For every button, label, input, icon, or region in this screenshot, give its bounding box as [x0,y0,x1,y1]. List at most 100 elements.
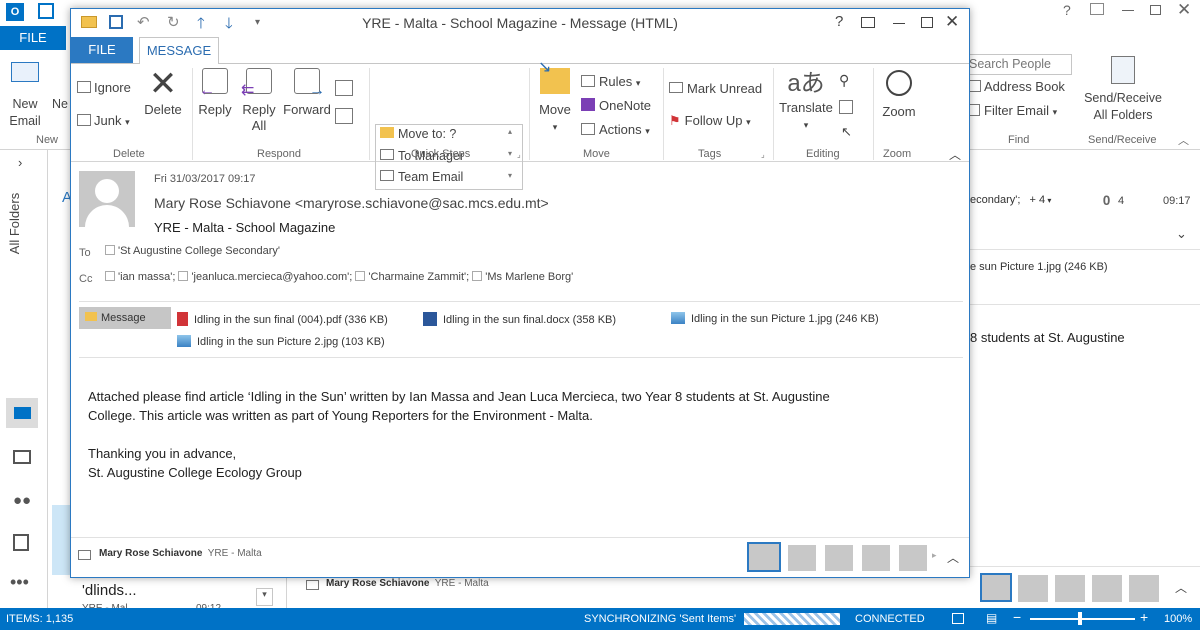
background-avatar[interactable] [1055,575,1085,602]
actions-button[interactable]: Actions ▾ [581,122,650,137]
send-receive-group-label: Send/Receive [1088,134,1157,146]
search-people-input[interactable]: Search People [966,54,1072,75]
tab-file[interactable]: FILE [71,37,133,63]
people-avatar[interactable] [861,544,891,572]
attachment-pdf[interactable]: Idling in the sun final (004).pdf (336 K… [177,312,388,326]
message-sender[interactable]: Mary Rose Schiavone <maryrose.schiavone@… [154,195,549,211]
send-receive-button[interactable]: Send/Receive All Folders [1078,56,1168,124]
background-file-tab[interactable]: FILE [0,26,66,50]
zoom-in-button[interactable]: + [1140,609,1148,625]
quick-steps-scroll-down[interactable]: ▾ [508,149,512,158]
select-icon[interactable]: ↖ [841,124,852,140]
zoom-slider[interactable] [1030,618,1135,620]
tasks-nav-icon[interactable] [13,534,29,551]
more-respond-icon[interactable] [335,108,353,124]
tab-message[interactable]: MESSAGE [139,37,219,64]
quick-steps-scroll-up[interactable]: ▴ [508,127,512,136]
quick-step-move-to[interactable]: Move to: ? [380,127,456,141]
quick-steps-more[interactable]: ▾ [508,171,512,180]
new-items-button[interactable]: Ne Item [52,96,70,113]
contact-checkbox-icon [105,271,115,281]
sender-avatar[interactable] [79,171,135,227]
cc-recipient[interactable]: 'Charmaine Zammit'; [355,271,469,283]
reply-all-button[interactable]: ⇇ Reply All [237,68,281,134]
expand-header-icon[interactable]: ⌄ [1176,226,1187,242]
people-avatar[interactable] [824,544,854,572]
list-scrollbar[interactable]: ▾ [256,588,273,606]
background-avatar[interactable] [1092,575,1122,602]
people-nav-icon[interactable]: ●● [13,492,31,509]
cc-recipient[interactable]: 'Ms Marlene Borg' [472,271,573,283]
mail-nav-icon[interactable] [6,398,38,428]
background-avatar[interactable] [1129,575,1159,602]
expand-folder-pane-icon[interactable]: › [18,155,22,170]
dialog-launcher-icon[interactable]: ⌟ [517,150,521,159]
restore-icon[interactable] [1150,5,1161,15]
save-icon[interactable] [38,3,54,19]
attachment-docx[interactable]: Idling in the sun final.docx (358 KB) [423,312,616,326]
people-avatar[interactable] [747,542,781,572]
to-recipient[interactable]: 'St Augustine College Secondary' [105,245,280,257]
minimize-icon[interactable] [1122,10,1134,11]
junk-button[interactable]: Junk ▾ [77,113,130,128]
filter-email-button[interactable]: Filter Email ▾ [968,103,1057,118]
restore-ribbon-icon[interactable] [1090,3,1104,15]
ribbon-display-options-icon[interactable] [861,17,875,28]
background-attachment[interactable]: e sun Picture 1.jpg (246 KB) [970,261,1108,273]
help-icon[interactable]: ? [1063,2,1071,18]
delete-button[interactable]: ✕ Delete [141,66,185,118]
background-avatar[interactable] [980,573,1012,602]
attachment-picture-2[interactable]: Idling in the sun Picture 2.jpg (103 KB) [177,335,385,348]
zoom-out-button[interactable]: − [1013,609,1021,625]
scroll-people-right-icon[interactable]: ▸ [932,550,937,561]
new-email-button[interactable]: New Email [4,62,46,130]
related-icon[interactable] [839,100,853,114]
minimize-icon[interactable] [893,23,905,24]
people-avatar[interactable] [898,544,928,572]
collapse-ribbon-icon[interactable]: ︿ [1178,132,1189,148]
folder-pane-collapsed: › All Folders ●● ••• [0,150,48,608]
address-book-button[interactable]: Address Book [968,79,1065,94]
forward-icon: → [294,68,325,99]
message-tab-button[interactable]: Message [79,307,171,329]
sync-progress-bar [744,613,840,625]
ignore-button[interactable]: Ignore [77,80,131,95]
sync-status: SYNCHRONIZING 'Sent Items' [584,613,737,625]
chevron-down-icon: ▾ [645,126,650,136]
quick-step-team-email[interactable]: Team Email [380,170,463,184]
zoom-button[interactable]: Zoom [877,68,921,120]
move-button[interactable]: ↘ Move ▾ [533,60,577,135]
cc-recipient[interactable]: 'jeanluca.mercieca@yahoo.com'; [178,271,352,283]
help-icon[interactable]: ? [835,13,843,30]
attachment-picture-1[interactable]: Idling in the sun Picture 1.jpg (246 KB) [671,312,879,325]
zoom-slider-thumb[interactable] [1078,612,1082,625]
expand-people-icon[interactable]: ︿ [947,549,959,566]
expand-people-icon[interactable]: ︿ [1175,579,1187,596]
meeting-reply-icon[interactable] [335,80,353,96]
background-avatar[interactable] [1018,575,1048,602]
list-item[interactable] [52,505,70,575]
follow-up-button[interactable]: ⚑ Follow Up ▾ [669,113,751,129]
calendar-nav-icon[interactable] [13,450,31,464]
move-group-label: Move [583,148,610,160]
more-nav-icon[interactable]: ••• [10,572,29,593]
all-folders-label[interactable]: All Folders [7,193,22,254]
forward-button[interactable]: → Forward [281,68,333,118]
close-icon[interactable]: ✕ [945,12,959,32]
cc-recipient[interactable]: 'ian massa'; [105,271,175,283]
find-icon[interactable]: ⚲ [839,72,849,89]
more-recipients-button[interactable]: + 4 [1029,194,1045,206]
people-avatar[interactable] [787,544,817,572]
onenote-button[interactable]: OneNote [581,98,651,113]
close-icon[interactable]: ✕ [1177,0,1191,20]
dialog-launcher-icon[interactable]: ⌟ [761,150,765,159]
folder-icon [380,127,394,138]
collapse-ribbon-icon[interactable]: ︿ [949,146,961,163]
normal-view-icon[interactable] [952,613,964,624]
mark-unread-button[interactable]: Mark Unread [669,81,762,96]
translate-button[interactable]: aあ Translate ▾ [775,68,837,133]
maximize-icon[interactable] [921,17,933,28]
reading-view-icon[interactable]: ▤ [986,611,997,625]
rules-button[interactable]: Rules ▾ [581,74,640,89]
reply-button[interactable]: ← Reply [195,68,235,118]
